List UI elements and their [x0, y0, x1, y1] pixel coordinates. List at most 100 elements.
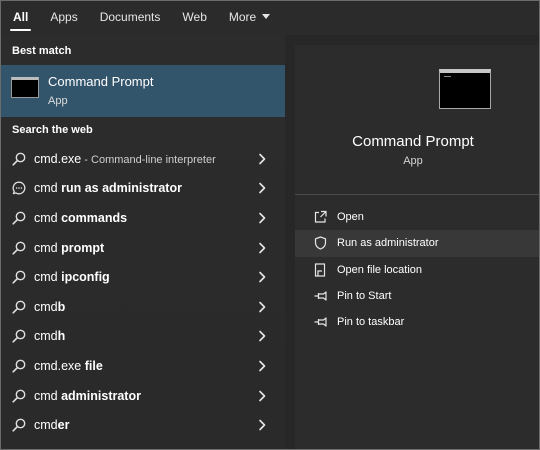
best-match-heading: Best match	[12, 45, 72, 57]
query-suggestion: prompt	[61, 240, 105, 255]
results-pane: Best match Command Prompt App Search the…	[1, 35, 285, 449]
query-description: - Command-line interpreter	[81, 153, 216, 166]
search-icon	[11, 151, 27, 167]
chevron-right-icon[interactable]	[257, 360, 267, 372]
search-icon	[11, 388, 27, 404]
action-open[interactable]: Open	[295, 204, 539, 230]
tab-web[interactable]: Web	[182, 1, 206, 35]
web-result-text: cmd commands	[34, 211, 127, 225]
action-label: Pin to taskbar	[337, 316, 405, 329]
web-result-item[interactable]: cmd.exe file	[1, 351, 285, 381]
search-icon	[11, 358, 27, 374]
query-suggestion: b	[57, 299, 66, 314]
web-result-text: cmd ipconfig	[34, 270, 110, 284]
chat-icon	[11, 180, 27, 196]
web-result-item[interactable]: cmd ipconfig	[1, 262, 285, 292]
query-prefix: cmd	[34, 418, 58, 433]
chevron-right-icon[interactable]	[257, 212, 267, 224]
web-result-item[interactable]: cmder	[1, 410, 285, 440]
action-label: Open file location	[337, 263, 422, 276]
query-prefix: cmd	[34, 329, 58, 344]
query-prefix: cmd	[34, 388, 62, 403]
preview-pane: Command Prompt App Open Run as administra…	[285, 35, 539, 449]
search-icon	[11, 417, 27, 433]
web-result-item[interactable]: cmd run as administrator	[1, 174, 285, 204]
file-location-icon	[313, 262, 328, 277]
action-pin-to-taskbar[interactable]: Pin to taskbar	[295, 309, 539, 335]
chevron-right-icon[interactable]	[257, 330, 267, 342]
chevron-right-icon[interactable]	[257, 301, 267, 313]
chevron-right-icon[interactable]	[257, 182, 267, 194]
start-search-window: All Apps Documents Web More Best match C…	[0, 0, 540, 450]
web-results-list: cmd.exe - Command-line interpreter cmd ru…	[1, 144, 285, 440]
filter-tabs: All Apps Documents Web More	[1, 1, 539, 35]
search-icon	[11, 240, 27, 256]
action-pin-to-start[interactable]: Pin to Start	[295, 283, 539, 309]
tab-label: More	[228, 10, 257, 24]
chevron-right-icon[interactable]	[257, 242, 267, 254]
action-label: Pin to Start	[337, 290, 392, 303]
preview-kind: App	[403, 155, 423, 167]
chevron-down-icon	[262, 14, 271, 20]
tab-documents[interactable]: Documents	[100, 1, 161, 35]
query-prefix: cmd	[34, 210, 62, 225]
web-result-item[interactable]: cmdh	[1, 322, 285, 352]
web-result-item[interactable]: cmd.exe - Command-line interpreter	[1, 144, 285, 174]
web-result-text: cmdh	[34, 329, 65, 343]
action-open-file-location[interactable]: Open file location	[295, 257, 539, 283]
preview-actions: Open Run as administrator Open file locati…	[295, 204, 539, 335]
web-result-text: cmd prompt	[34, 241, 104, 255]
action-label: Open	[337, 211, 364, 224]
action-label: Run as administrator	[337, 237, 439, 250]
query-suggestion: commands	[61, 210, 128, 225]
tab-label: Web	[182, 10, 207, 24]
tab-apps[interactable]: Apps	[50, 1, 77, 35]
query-prefix: cmd.exe	[34, 358, 85, 373]
action-run-as-administrator[interactable]: Run as administrator	[295, 230, 539, 257]
chevron-right-icon[interactable]	[257, 419, 267, 431]
chevron-right-icon[interactable]	[257, 390, 267, 402]
tab-label: Documents	[99, 10, 161, 24]
search-icon	[11, 328, 27, 344]
best-match-name: Command Prompt	[48, 74, 154, 89]
search-web-heading: Search the web	[12, 124, 93, 136]
command-prompt-icon	[439, 69, 491, 109]
chevron-right-icon[interactable]	[257, 271, 267, 283]
search-icon	[11, 269, 27, 285]
web-result-text: cmdb	[34, 300, 65, 314]
query-suggestion: file	[84, 358, 103, 373]
tab-more[interactable]: More	[228, 1, 271, 35]
web-result-text: cmd administrator	[34, 389, 141, 403]
chevron-right-icon[interactable]	[257, 153, 267, 165]
shield-icon	[313, 236, 328, 251]
web-result-text: cmd.exe - Command-line interpreter	[34, 152, 216, 166]
best-match-kind: App	[48, 95, 68, 107]
query-prefix: cmd	[34, 181, 62, 196]
best-match-item[interactable]: Command Prompt App	[1, 65, 285, 117]
query-prefix: cmd	[34, 270, 62, 285]
web-result-text: cmd run as administrator	[34, 181, 182, 195]
pin-icon	[313, 315, 328, 330]
query-suggestion: run as administrator	[61, 181, 182, 196]
pin-icon	[313, 289, 328, 304]
divider	[295, 194, 539, 195]
web-result-text: cmd.exe file	[34, 359, 103, 373]
query-prefix: cmd.exe	[34, 151, 82, 166]
web-result-text: cmder	[34, 418, 69, 432]
preview-title: Command Prompt	[352, 133, 474, 150]
web-result-item[interactable]: cmd prompt	[1, 233, 285, 263]
query-prefix: cmd	[34, 299, 58, 314]
search-icon	[11, 299, 27, 315]
web-result-item[interactable]: cmdb	[1, 292, 285, 322]
query-prefix: cmd	[34, 240, 62, 255]
web-result-item[interactable]: cmd commands	[1, 203, 285, 233]
web-result-item[interactable]: cmd administrator	[1, 381, 285, 411]
tab-all[interactable]: All	[9, 1, 32, 35]
query-suggestion: h	[57, 329, 66, 344]
search-icon	[11, 210, 27, 226]
tab-label: Apps	[50, 10, 78, 24]
command-prompt-icon	[11, 77, 39, 98]
open-icon	[313, 210, 328, 225]
tab-label: All	[13, 10, 29, 24]
query-suggestion: administrator	[61, 388, 141, 403]
